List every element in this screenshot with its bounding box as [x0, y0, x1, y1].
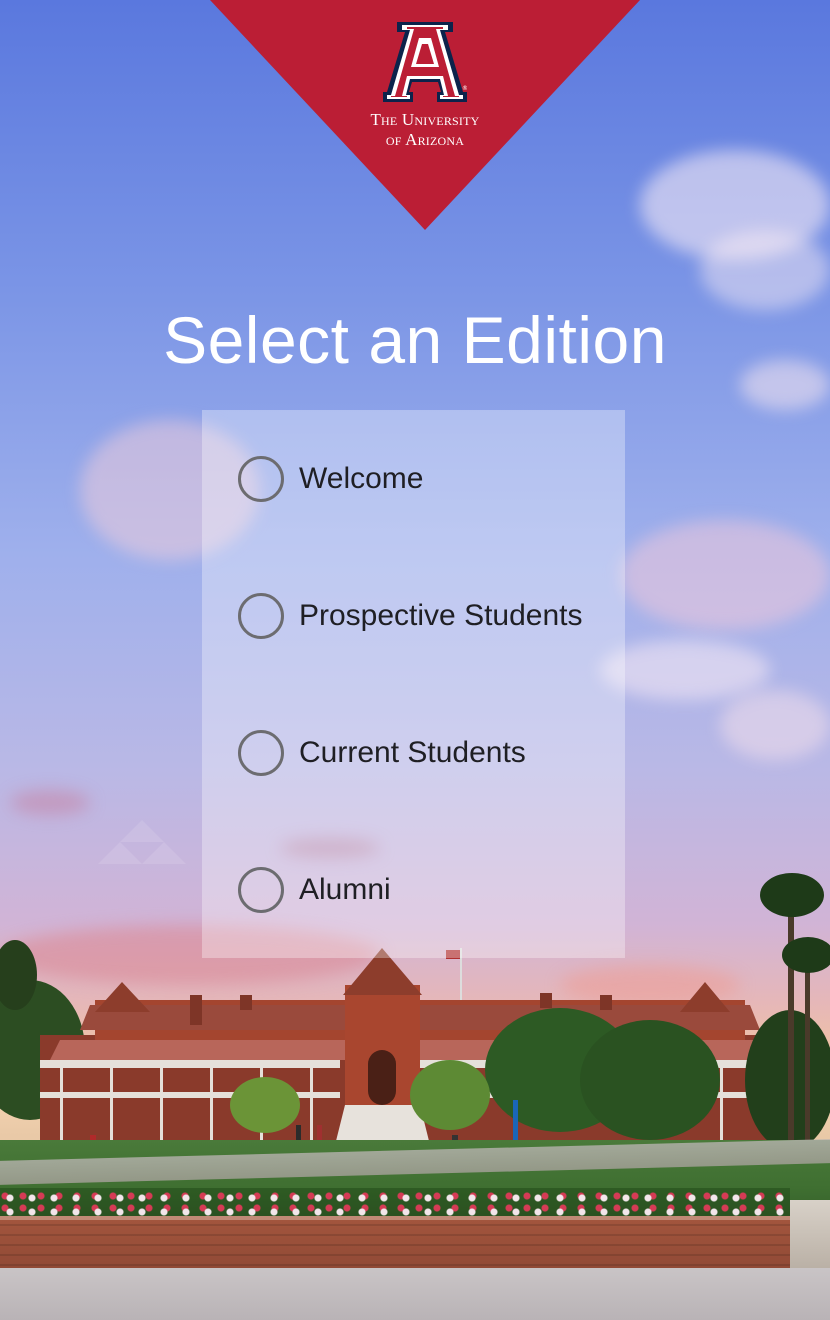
radio-button-icon[interactable] — [238, 730, 284, 776]
option-alumni[interactable]: Alumni — [238, 866, 391, 914]
wordmark-line-1: The University — [370, 110, 480, 129]
sidewalk — [0, 1268, 830, 1320]
option-label: Current Students — [299, 736, 526, 769]
svg-text:®: ® — [462, 85, 467, 92]
option-current-students[interactable]: Current Students — [238, 729, 526, 777]
option-prospective-students[interactable]: Prospective Students — [238, 592, 583, 640]
option-label: Welcome — [299, 462, 424, 495]
university-wordmark: The University of Arizona — [345, 110, 505, 150]
option-label: Prospective Students — [299, 599, 583, 632]
radio-button-icon[interactable] — [238, 456, 284, 502]
wordmark-line-2: of Arizona — [385, 130, 465, 149]
option-label: Alumni — [299, 873, 391, 906]
radio-button-icon[interactable] — [238, 867, 284, 913]
university-a-logo-icon: ® — [383, 22, 467, 102]
page-title: Select an Edition — [163, 303, 667, 377]
option-welcome[interactable]: Welcome — [238, 455, 423, 503]
radio-button-icon[interactable] — [238, 593, 284, 639]
